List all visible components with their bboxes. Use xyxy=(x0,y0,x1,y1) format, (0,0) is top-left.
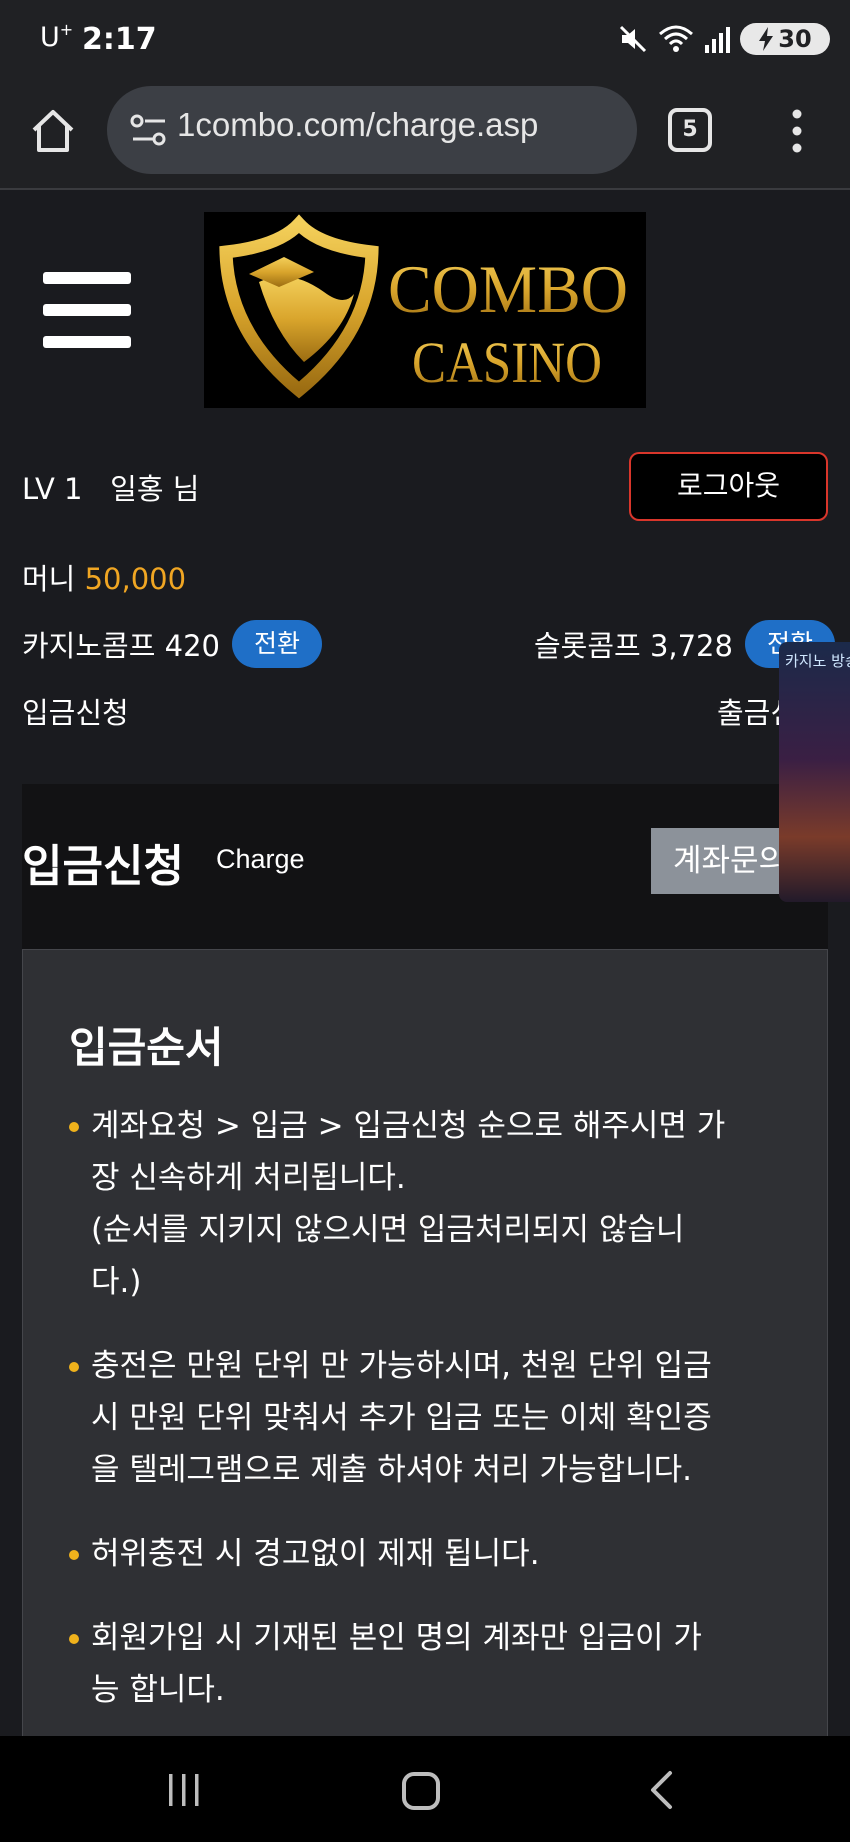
list-item: 충전은 만원 단위 만 가능하시며, 천원 단위 입금 시 만원 단위 맞춰서 … xyxy=(69,1340,789,1496)
address-bar[interactable]: 1combo.com/charge.asp xyxy=(107,86,637,174)
list-item: 계좌요청 > 입금 > 입금신청 순으로 해주시면 가 장 신속하게 처리됩니다… xyxy=(69,1100,789,1308)
signal-icon xyxy=(705,27,730,53)
logo-graphic: COMBO CASINO xyxy=(219,214,628,399)
list-item-text: 계좌요청 > 입금 > 입금신청 순으로 해주시면 가 xyxy=(91,1108,726,1144)
overflow-menu-icon[interactable] xyxy=(782,106,812,156)
list-item-text: (순서를 지키지 않으시면 입금처리되지 않습니 xyxy=(91,1212,685,1248)
page-subtitle: Charge xyxy=(216,844,305,874)
list-item-text: 회원가입 시 기재된 본인 명의 계좌만 입금이 가 xyxy=(91,1620,702,1656)
page-title: 입금신청 xyxy=(22,841,184,892)
slot-comp-label: 슬롯콤프 3,728 xyxy=(534,629,733,663)
list-item-text: 을 텔레그램으로 제출 하셔야 처리 가능합니다. xyxy=(91,1452,693,1488)
clock: 2:17 xyxy=(82,22,157,57)
hamburger-bar xyxy=(43,272,131,284)
logo-line2: CASINO xyxy=(412,330,602,395)
hamburger-menu-icon[interactable] xyxy=(43,272,131,348)
hamburger-bar xyxy=(43,304,131,316)
logout-button[interactable]: 로그아웃 xyxy=(629,452,828,521)
charging-icon xyxy=(759,27,774,51)
list-item: 회원가입 시 기재된 본인 명의 계좌만 입금이 가 능 합니다. xyxy=(69,1612,789,1716)
casino-comp-convert-button[interactable]: 전환 xyxy=(231,620,322,668)
carrier-label: U+ xyxy=(40,20,74,53)
site-logo[interactable]: COMBO CASINO xyxy=(204,212,646,408)
tab-switcher-button[interactable]: 5 xyxy=(668,108,712,152)
user-name: 일홍 님 xyxy=(110,472,200,506)
site-settings-icon[interactable] xyxy=(129,112,169,148)
money-balance: 머니 50,000 xyxy=(22,556,186,598)
deposit-order-list: 계좌요청 > 입금 > 입금신청 순으로 해주시면 가 장 신속하게 처리됩니다… xyxy=(69,1100,789,1736)
list-item-text: 다.) xyxy=(91,1264,142,1300)
system-nav-bar xyxy=(0,1736,850,1842)
user-info: LV 1 일홍 님 xyxy=(22,466,199,508)
logo-line1: COMBO xyxy=(388,251,628,327)
back-icon[interactable] xyxy=(646,1770,676,1810)
deposit-order-title: 입금순서 xyxy=(69,1023,224,1072)
money-label: 머니 xyxy=(22,562,76,596)
browser-toolbar: 1combo.com/charge.asp 5 xyxy=(0,78,850,190)
battery-indicator: 30 xyxy=(740,23,830,55)
deposit-request-link[interactable]: 입금신청 xyxy=(22,690,129,732)
recent-apps-icon[interactable] xyxy=(166,1772,202,1808)
list-item-text: 능 합니다. xyxy=(91,1672,225,1708)
floating-promo-banner[interactable]: 카지노 방송 xyxy=(779,642,850,902)
casino-comp-label: 카지노콤프 420 xyxy=(22,629,220,663)
list-item-text: 충전은 만원 단위 만 가능하시며, 천원 단위 입금 xyxy=(91,1348,712,1384)
deposit-order-panel: 입금순서 계좌요청 > 입금 > 입금신청 순으로 해주시면 가 장 신속하게 … xyxy=(22,949,828,1736)
status-icons: 30 xyxy=(618,22,830,56)
home-icon[interactable] xyxy=(28,106,78,156)
list-item-text: 허위충전 시 경고없이 제재 됩니다. xyxy=(91,1536,540,1572)
list-item-text: 시 만원 단위 맞춰서 추가 입금 또는 이체 확인증 xyxy=(91,1400,712,1436)
carrier-name: U xyxy=(40,22,60,53)
status-bar: U+ 2:17 30 xyxy=(0,0,850,78)
casino-comp: 카지노콤프 420 전환 xyxy=(22,620,322,668)
hamburger-bar xyxy=(43,336,131,348)
mute-icon xyxy=(619,25,647,53)
user-level: LV 1 xyxy=(22,472,83,506)
page-content: COMBO CASINO LV 1 일홍 님 로그아웃 머니 50,000 카지… xyxy=(0,212,850,1736)
carrier-plus: + xyxy=(59,20,74,39)
list-item-text: 장 신속하게 처리됩니다. xyxy=(91,1160,406,1196)
floating-banner-text: 카지노 방송 xyxy=(785,652,850,670)
battery-level: 30 xyxy=(778,25,812,53)
money-value: 50,000 xyxy=(84,562,187,596)
home-nav-icon[interactable] xyxy=(402,1772,440,1810)
wifi-icon xyxy=(659,25,693,52)
charge-header: 입금신청 Charge 계좌문의 xyxy=(22,784,828,949)
url-text[interactable]: 1combo.com/charge.asp xyxy=(177,106,538,144)
list-item: 허위충전 시 경고없이 제재 됩니다. xyxy=(69,1528,789,1580)
